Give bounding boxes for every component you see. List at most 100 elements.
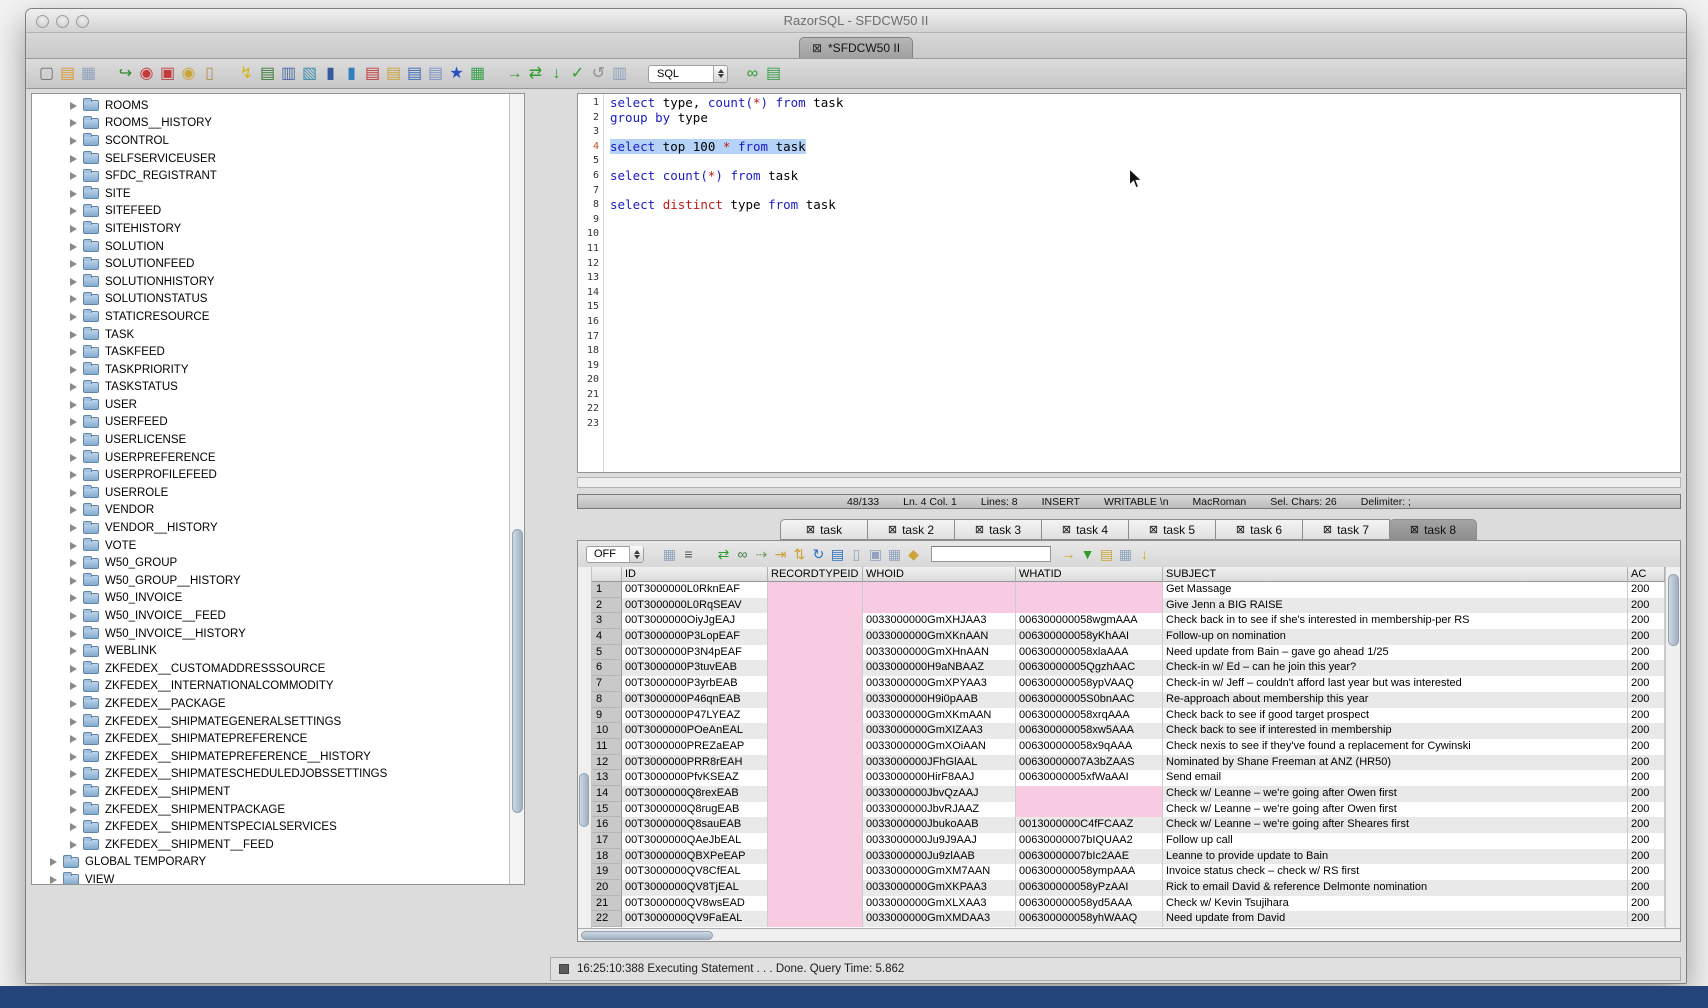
filter-icon[interactable]: ≡	[679, 543, 698, 565]
cell-id[interactable]: 00T3000000Q8rugEAB	[622, 802, 768, 818]
disclosure-triangle-icon[interactable]	[70, 225, 77, 233]
tree-item[interactable]: SOLUTIONSTATUS	[32, 291, 509, 309]
close-tab-icon[interactable]: ⊠	[1323, 523, 1332, 536]
disclosure-triangle-icon[interactable]	[70, 788, 77, 796]
grid-right-scrollbar-thumb[interactable]	[1668, 574, 1679, 646]
row-number-cell[interactable]: 3	[592, 613, 622, 629]
close-window-icon[interactable]	[36, 15, 49, 28]
column-header-WHATID[interactable]: WHATID	[1016, 567, 1163, 582]
new-file-icon[interactable]: ▢	[36, 63, 57, 85]
disclosure-triangle-icon[interactable]	[70, 841, 77, 849]
tree-item[interactable]: SOLUTIONFEED	[32, 255, 509, 273]
disclosure-triangle-icon[interactable]	[70, 207, 77, 215]
cell-recordtypeid[interactable]	[768, 629, 863, 645]
cell-whoid[interactable]: 0033000000JbvQzAAJ	[863, 786, 1016, 802]
disclosure-triangle-icon[interactable]	[70, 260, 77, 268]
row-number-cell[interactable]: 15	[592, 802, 622, 818]
cell-ac[interactable]: 200	[1628, 739, 1665, 755]
row-number-cell[interactable]: 21	[592, 896, 622, 912]
cell-whatid[interactable]: 006300000058xlaAAA	[1016, 645, 1163, 661]
grid-left-scrollbar[interactable]	[578, 567, 592, 928]
cell-whatid[interactable]: 00630000005xfWaAAI	[1016, 770, 1163, 786]
cell-subject[interactable]: Check-in w/ Jeff – couldn't afford last …	[1163, 676, 1628, 692]
column-header-WHOID[interactable]: WHOID	[863, 567, 1016, 582]
cell-ac[interactable]: 200	[1628, 755, 1665, 771]
cell-id[interactable]: 00T3000000QAeJbEAL	[622, 833, 768, 849]
tree-item[interactable]: USERROLE	[32, 484, 509, 502]
stepper-icon[interactable]	[629, 546, 643, 562]
cell-recordtypeid[interactable]	[768, 582, 863, 598]
cell-id[interactable]: 00T3000000P47LYEAZ	[622, 708, 768, 724]
tree-scrollbar-thumb[interactable]	[512, 529, 523, 813]
cell-whoid[interactable]: 0033000000GmXKmAAN	[863, 708, 1016, 724]
tree-item[interactable]: VENDOR	[32, 502, 509, 520]
list-blue-icon[interactable]: ▤	[404, 63, 425, 85]
row-number-cell[interactable]: 1	[592, 582, 622, 598]
disclosure-triangle-icon[interactable]	[70, 137, 77, 145]
disclosure-triangle-icon[interactable]	[70, 331, 77, 339]
grid-hscrollbar[interactable]	[578, 928, 1680, 941]
cell-whatid[interactable]	[1016, 598, 1163, 614]
row-number-cell[interactable]: 18	[592, 849, 622, 865]
cell-subject[interactable]: Check w/ Kevin Tsujihara	[1163, 896, 1628, 912]
cell-whatid[interactable]: 00630000007A3bZAAS	[1016, 755, 1163, 771]
swap-icon[interactable]: ⇄	[525, 63, 546, 85]
cell-subject[interactable]: Need update from David	[1163, 911, 1628, 927]
cell-whoid[interactable]: 0033000000GmXOiAAN	[863, 739, 1016, 755]
results-grid[interactable]: IDRECORDTYPEIDWHOIDWHATIDSUBJECTAC100T30…	[592, 567, 1665, 928]
tree-item[interactable]: USERPREFERENCE	[32, 449, 509, 467]
close-tab-icon[interactable]: ⊠	[1236, 523, 1245, 536]
favorites-icon[interactable]: ★	[446, 63, 467, 85]
tree-item[interactable]: SCONTROL	[32, 132, 509, 150]
row-number-cell[interactable]: 11	[592, 739, 622, 755]
row-number-cell[interactable]: 14	[592, 786, 622, 802]
tree-item[interactable]: ZKFEDEX__SHIPMENTPACKAGE	[32, 801, 509, 819]
grid-hscrollbar-thumb[interactable]	[581, 931, 713, 940]
cell-subject[interactable]: Get Massage	[1163, 582, 1628, 598]
tree-item[interactable]: ZKFEDEX__SHIPMATESCHEDULEDJOBSSETTINGS	[32, 766, 509, 784]
execute-icon[interactable]: ↯	[236, 63, 257, 85]
column-header-SUBJECT[interactable]: SUBJECT	[1163, 567, 1628, 582]
tree-item[interactable]: W50_GROUP	[32, 554, 509, 572]
cell-ac[interactable]: 200	[1628, 582, 1665, 598]
cell-subject[interactable]: Check back to see if good target prospec…	[1163, 708, 1628, 724]
db-new-icon[interactable]: ◉	[178, 63, 199, 85]
cell-whatid[interactable]: 006300000058yd5AAA	[1016, 896, 1163, 912]
cell-subject[interactable]: Check w/ Leanne – we're going after Owen…	[1163, 802, 1628, 818]
cell-subject[interactable]: Follow-up on nomination	[1163, 629, 1628, 645]
cell-recordtypeid[interactable]	[768, 817, 863, 833]
disclosure-triangle-icon[interactable]	[70, 155, 77, 163]
disclosure-triangle-icon[interactable]	[70, 647, 77, 655]
sql-code-area[interactable]: select type, count(*) from taskgroup by …	[604, 94, 1680, 472]
grid-right-scrollbar[interactable]	[1665, 567, 1680, 928]
disclosure-triangle-icon[interactable]	[70, 577, 77, 585]
cell-whoid[interactable]: 0033000000Ju9zlAAB	[863, 849, 1016, 865]
cell-whatid[interactable]: 006300000058yPzAAI	[1016, 880, 1163, 896]
disclosure-triangle-icon[interactable]	[70, 348, 77, 356]
tree-item[interactable]: VENDOR__HISTORY	[32, 519, 509, 537]
tree-item[interactable]: W50_INVOICE__HISTORY	[32, 625, 509, 643]
disclosure-triangle-icon[interactable]	[70, 770, 77, 778]
cell-ac[interactable]: 200	[1628, 896, 1665, 912]
tree-item[interactable]: USERPROFILEFEED	[32, 466, 509, 484]
editor-hscrollbar[interactable]	[577, 477, 1681, 488]
cell-whoid[interactable]	[863, 598, 1016, 614]
save-results-icon[interactable]: ▦	[660, 543, 679, 565]
cell-subject[interactable]: Leanne to provide update to Bain	[1163, 849, 1628, 865]
cell-whatid[interactable]	[1016, 786, 1163, 802]
cell-id[interactable]: 00T3000000P3N4pEAF	[622, 645, 768, 661]
cell-subject[interactable]: Check back to see if interested in membe…	[1163, 723, 1628, 739]
disclosure-triangle-icon[interactable]	[70, 489, 77, 497]
down-arrow-icon[interactable]: ↓	[546, 63, 567, 85]
cell-recordtypeid[interactable]	[768, 660, 863, 676]
cell-ac[interactable]: 200	[1628, 880, 1665, 896]
cell-recordtypeid[interactable]	[768, 598, 863, 614]
disclosure-triangle-icon[interactable]	[70, 471, 77, 479]
cell-subject[interactable]: Check w/ Leanne – we're going after Owen…	[1163, 786, 1628, 802]
tree-item[interactable]: ZKFEDEX__SHIPMENTSPECIALSERVICES	[32, 818, 509, 836]
result-tab-task-6[interactable]: ⊠task 6	[1215, 519, 1303, 540]
cell-id[interactable]: 00T3000000P3LopEAF	[622, 629, 768, 645]
cell-whoid[interactable]: 0033000000JbvRJAAZ	[863, 802, 1016, 818]
cell-ac[interactable]: 200	[1628, 708, 1665, 724]
column-header-ID[interactable]: ID	[622, 567, 768, 582]
